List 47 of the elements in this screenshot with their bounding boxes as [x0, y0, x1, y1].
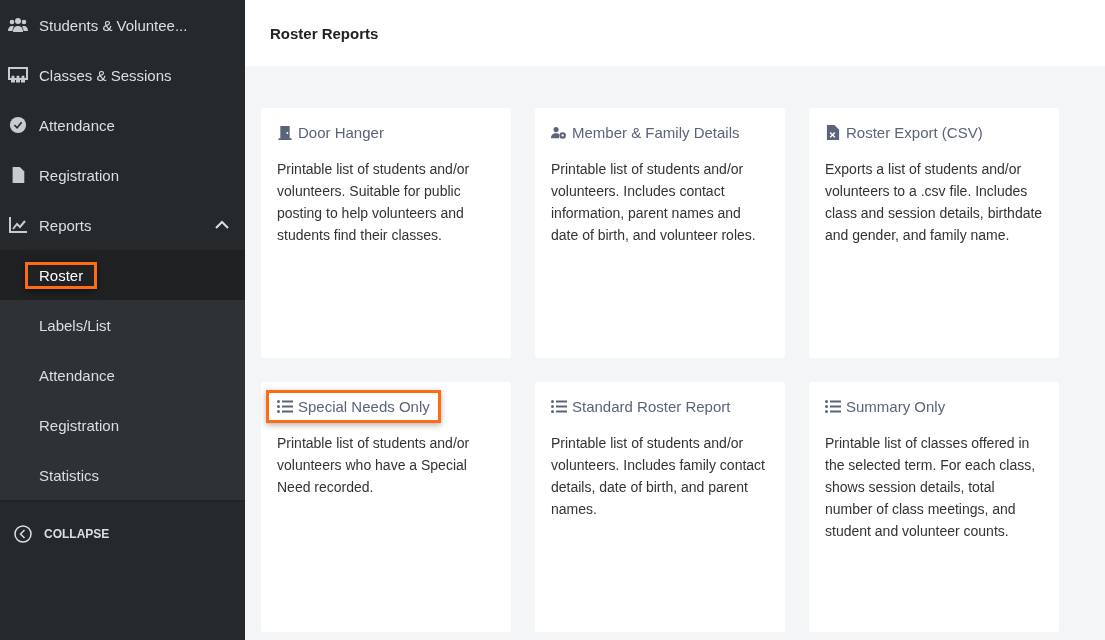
sidebar-subitem[interactable]: Roster [0, 250, 245, 300]
report-card[interactable]: Summary Only Printable list of classes offered in the selected term. For each class, shows session details, total number of class meetings, and student and volunteer counts. [809, 382, 1059, 632]
user-gear-icon [551, 125, 567, 140]
sidebar-subitem[interactable]: Labels/List [0, 300, 245, 350]
report-card[interactable]: Member & Family Details Printable list of students and/or volunteers. Includes contact information, parent names and date of birth, and volunteer roles. [535, 108, 785, 358]
classroom-icon [8, 66, 28, 84]
sidebar-subitem[interactable]: Statistics [0, 450, 245, 500]
subitem-label: Registration [38, 415, 121, 436]
report-title-link[interactable]: Door Hanger [266, 116, 395, 149]
subitem-label: Attendance [38, 365, 116, 386]
report-card[interactable]: Door Hanger Printable list of students and/or volunteers. Suitable for public posting to help volunteers and students find their classes. [261, 108, 511, 358]
report-description: Exports a list of students and/or volunteers to a .csv file. Includes class and session details, birthdate and gender, and family name. [825, 160, 1043, 245]
list-icon [825, 399, 841, 414]
collapse-button[interactable]: COLLAPSE [0, 502, 245, 566]
report-description: Printable list of students and/or volunteers. Includes contact information, parent names and date of birth, and volunteer roles. [551, 160, 757, 245]
sidebar-item[interactable]: Students & Voluntee... [0, 0, 245, 50]
subitem-label: Labels/List [38, 315, 112, 336]
report-description: Printable list of students and/or volunteers. Includes family contact details, date of birth, and parent names. [551, 434, 766, 519]
report-description: Printable list of students and/or volunteers who have a Special Need recorded. [277, 434, 471, 497]
chevron-left-circle-icon [14, 525, 32, 543]
sidebar-item[interactable]: Registration [0, 150, 245, 200]
report-card[interactable]: Special Needs Only Printable list of students and/or volunteers who have a Special Need recorded. [261, 382, 511, 632]
sidebar-item[interactable]: Attendance [0, 100, 245, 150]
report-title-link[interactable]: Special Needs Only [266, 390, 441, 423]
list-icon [551, 399, 567, 414]
sidebar-subitem[interactable]: Attendance [0, 350, 245, 400]
sidebar-item[interactable]: Reports [0, 200, 245, 250]
line-chart-icon [8, 216, 28, 234]
report-card[interactable]: Roster Export (CSV) Exports a list of students and/or volunteers to a .csv file. Includes class and session details, birthdate and gender, and family name. [809, 108, 1059, 358]
report-title-link[interactable]: Roster Export (CSV) [814, 116, 994, 149]
report-card[interactable]: Standard Roster Report Printable list of students and/or volunteers. Includes family contact details, date of birth, and parent names. [535, 382, 785, 632]
report-title-link[interactable]: Standard Roster Report [540, 390, 742, 423]
report-description: Printable list of classes offered in the selected term. For each class, shows session details, total number of class meetings, and student and volunteer counts. [825, 434, 1037, 541]
report-title-link[interactable]: Summary Only [814, 390, 957, 423]
report-description: Printable list of students and/or volunteers. Suitable for public posting to help volunteers and students find their classes. [277, 160, 471, 245]
highlighted-label: Roster [25, 261, 98, 289]
collapse-label: COLLAPSE [44, 527, 110, 541]
page-title: Roster Reports [245, 0, 1105, 66]
sidebar-subitem[interactable]: Registration [0, 400, 245, 450]
spreadsheet-file-icon [825, 125, 841, 140]
report-title-link[interactable]: Member & Family Details [540, 116, 751, 149]
users-icon [8, 16, 28, 34]
subitem-label: Statistics [38, 465, 100, 486]
check-circle-icon [8, 116, 28, 134]
door-icon [277, 125, 293, 140]
sidebar-item[interactable]: Classes & Sessions [0, 50, 245, 100]
list-icon [277, 399, 293, 414]
